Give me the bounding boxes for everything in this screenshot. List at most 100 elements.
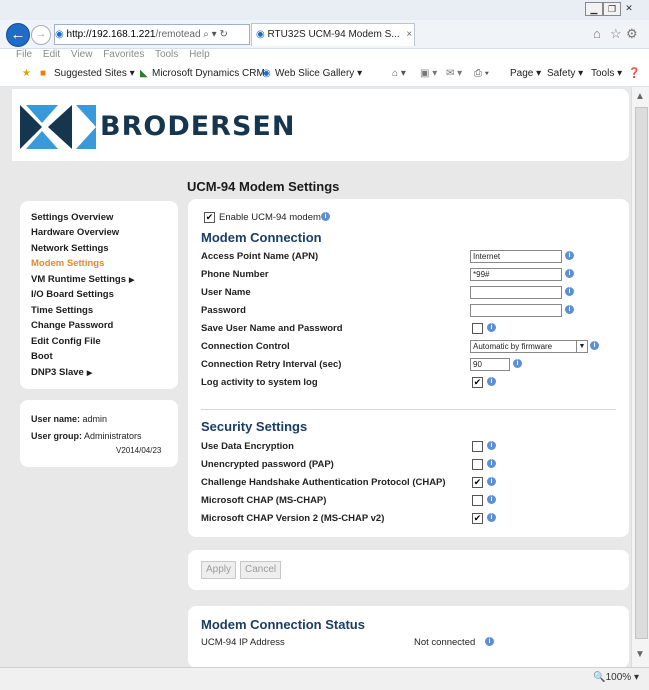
print-icon[interactable]: ⎙ ▾ (474, 64, 489, 84)
address-path: /remotead (155, 29, 201, 40)
web-slice-icon: ◉ (262, 68, 271, 79)
info-icon[interactable]: i (590, 341, 599, 350)
sidebar-item-change-password[interactable]: Change Password (31, 320, 113, 331)
page-title: UCM-94 Modem Settings (187, 179, 340, 194)
minimize-icon[interactable]: ▁ (585, 2, 603, 16)
logo-card: BRODERSEN (12, 89, 629, 161)
info-icon[interactable]: i (487, 459, 496, 468)
log-activity-checkbox[interactable]: ✔ (472, 377, 483, 388)
info-icon[interactable]: i (513, 359, 522, 368)
address-bar[interactable]: ◉ http://192.168.1.221/remotead ⌕ ▾ ↻ (54, 24, 250, 45)
ms-chap-checkbox[interactable] (472, 495, 483, 506)
fav-suggested-sites[interactable]: Suggested Sites ▾ (54, 64, 135, 84)
connection-status-heading: Modem Connection Status (201, 617, 365, 632)
sidebar-item-io-board[interactable]: I/O Board Settings (31, 289, 114, 300)
sidebar-item-vm-runtime[interactable]: VM Runtime Settings ▶ (31, 274, 134, 285)
search-refresh-icons[interactable]: ⌕ ▾ ↻ (203, 29, 228, 40)
enable-modem-checkbox[interactable]: ✔ (204, 212, 215, 223)
scroll-up-icon[interactable]: ▲ (635, 91, 645, 102)
enable-modem-label: Enable UCM-94 modem (219, 212, 321, 223)
vertical-scrollbar[interactable]: ▲ ▼ (631, 87, 649, 667)
menu-help[interactable]: Help (189, 49, 210, 60)
close-window-icon[interactable]: ✕ (621, 2, 637, 14)
menu-file[interactable]: File (16, 49, 32, 60)
chevron-down-icon: ▼ (576, 341, 587, 352)
info-icon[interactable]: i (487, 377, 496, 386)
info-icon[interactable]: i (565, 287, 574, 296)
apn-input[interactable]: Internet (470, 250, 562, 263)
page-menu[interactable]: Page ▾ (510, 64, 541, 84)
username-input[interactable] (470, 286, 562, 299)
security-settings-heading: Security Settings (201, 419, 308, 434)
help-icon[interactable]: ❓ (628, 64, 640, 84)
sidebar-item-vm-runtime-label: VM Runtime Settings (31, 274, 127, 285)
fav-dynamics-crm[interactable]: Microsoft Dynamics CRM (152, 64, 265, 84)
info-icon[interactable]: i (487, 323, 496, 332)
address-host: http://192.168.1.221 (66, 29, 156, 40)
info-icon[interactable]: i (565, 305, 574, 314)
restore-icon[interactable]: ❐ (603, 2, 621, 16)
menu-edit[interactable]: Edit (43, 49, 60, 60)
mail-icon[interactable]: ✉ ▾ (446, 64, 462, 84)
apply-button[interactable]: Apply (201, 561, 237, 579)
settings-gear-icon[interactable]: ⚙ (626, 26, 638, 42)
feeds-icon[interactable]: ▣ ▾ (420, 64, 437, 84)
dynamics-icon: ◣ (140, 68, 148, 79)
chap-checkbox[interactable]: ✔ (472, 477, 483, 488)
sidebar-item-settings-overview[interactable]: Settings Overview (31, 212, 113, 223)
info-icon[interactable]: i (565, 251, 574, 260)
info-icon[interactable]: i (487, 441, 496, 450)
sidebar-item-dnp3-slave[interactable]: DNP3 Slave ▶ (31, 367, 92, 378)
forward-button[interactable]: → (31, 25, 51, 45)
menu-favorites[interactable]: Favorites (103, 49, 144, 60)
fav-web-slice[interactable]: Web Slice Gallery ▾ (275, 64, 362, 84)
connection-control-label: Connection Control (201, 341, 290, 352)
scroll-down-icon[interactable]: ▼ (635, 649, 645, 660)
safety-menu[interactable]: Safety ▾ (547, 64, 583, 84)
log-activity-label: Log activity to system log (201, 377, 318, 388)
tools-menu[interactable]: Tools ▾ (591, 64, 622, 84)
pap-checkbox[interactable] (472, 459, 483, 470)
cancel-button[interactable]: Cancel (240, 561, 282, 579)
scrollbar-thumb[interactable] (635, 107, 648, 639)
info-icon[interactable]: i (487, 513, 496, 522)
favorites-star-icon[interactable]: ☆ (610, 26, 622, 42)
sidebar-item-edit-config[interactable]: Edit Config File (31, 336, 101, 347)
retry-interval-input[interactable]: 90 (470, 358, 510, 371)
tab-active[interactable]: ◉ RTU32S UCM-94 Modem S... × (251, 23, 415, 46)
info-icon[interactable]: i (485, 637, 494, 646)
submenu-arrow-icon: ▶ (129, 277, 135, 284)
info-icon[interactable]: i (565, 269, 574, 278)
tab-close-icon[interactable]: × (406, 29, 412, 40)
sidebar-item-time-settings[interactable]: Time Settings (31, 305, 93, 316)
ms-chap-v2-checkbox[interactable]: ✔ (472, 513, 483, 524)
sidebar-item-hardware-overview[interactable]: Hardware Overview (31, 227, 119, 238)
menu-tools[interactable]: Tools (155, 49, 178, 60)
sidebar-item-boot[interactable]: Boot (31, 351, 53, 362)
info-icon[interactable]: i (487, 477, 496, 486)
phone-input[interactable]: *99# (470, 268, 562, 281)
home-toolbar-icon[interactable]: ⌂ ▾ (392, 64, 406, 84)
password-input[interactable] (470, 304, 562, 317)
connection-control-select[interactable]: Automatic by firmware ▼ (470, 340, 588, 353)
zoom-control[interactable]: 🔍100% ▾ (593, 672, 639, 683)
sidebar-item-modem-settings[interactable]: Modem Settings (31, 258, 104, 269)
user-name-value: admin (82, 414, 108, 424)
info-icon[interactable]: i (321, 212, 330, 221)
user-group-row: User group: Administrators (31, 431, 142, 441)
favorites-star-icon[interactable]: ★ (22, 64, 31, 84)
zoom-level: 100% (605, 672, 632, 683)
submenu-arrow-icon: ▶ (86, 370, 93, 377)
save-credentials-checkbox[interactable] (472, 323, 483, 334)
action-card: Apply Cancel (188, 550, 629, 590)
back-button[interactable]: ← (6, 23, 30, 47)
data-encryption-label: Use Data Encryption (201, 441, 294, 452)
data-encryption-checkbox[interactable] (472, 441, 483, 452)
section-divider (201, 409, 616, 410)
sidebar-item-network-settings[interactable]: Network Settings (31, 243, 109, 254)
home-icon[interactable]: ⌂ (593, 26, 601, 41)
user-group-value: Administrators (84, 431, 142, 441)
sidebar-item-dnp3-label: DNP3 Slave (31, 367, 84, 378)
menu-view[interactable]: View (71, 49, 93, 60)
info-icon[interactable]: i (487, 495, 496, 504)
